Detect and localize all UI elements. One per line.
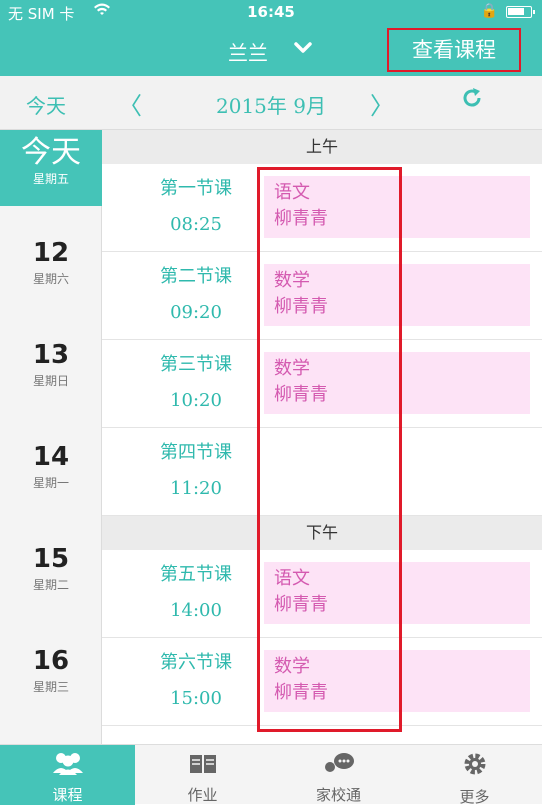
book-icon — [135, 751, 270, 782]
day-item[interactable]: 15 星期二 — [0, 544, 102, 593]
day-weekday: 星期六 — [32, 272, 69, 286]
day-weekday: 星期三 — [32, 680, 69, 694]
course-subject: 数学 — [274, 270, 310, 291]
course-card[interactable]: 数学 柳青青 — [264, 650, 530, 712]
chevron-down-icon[interactable] — [292, 36, 314, 63]
course-subject: 数学 — [274, 358, 310, 379]
nav-bar: 兰兰 查看课程 — [0, 24, 542, 76]
course-teacher: 柳青青 — [274, 296, 328, 317]
period-name: 第二节课 — [160, 266, 232, 287]
tab-bar: 课程 作业 家校通 更多 — [0, 744, 542, 806]
tab-label: 课程 — [52, 786, 83, 804]
period-name: 第六节课 — [160, 652, 232, 673]
gear-icon — [407, 751, 542, 784]
course-teacher: 柳青青 — [274, 208, 328, 229]
course-subject: 语文 — [274, 182, 310, 203]
day-number: 15 — [32, 544, 70, 574]
day-item[interactable]: 14 星期一 — [0, 442, 102, 491]
people-icon — [0, 751, 135, 782]
day-item[interactable]: 16 星期三 — [0, 646, 102, 695]
course-card[interactable]: 语文 柳青青 — [264, 562, 530, 624]
schedule: 上午 第一节课 08:25 语文 柳青青 第二节课 09:20 数学 柳青青 第… — [102, 130, 542, 744]
course-card[interactable]: 数学 柳青青 — [264, 352, 530, 414]
view-courses-button[interactable]: 查看课程 — [387, 28, 521, 72]
day-item[interactable]: 13 星期日 — [0, 340, 102, 389]
day-number: 今天 — [21, 135, 81, 170]
course-teacher: 柳青青 — [274, 594, 328, 615]
tab-home-school[interactable]: 家校通 — [271, 745, 406, 805]
chat-icon — [271, 751, 406, 782]
rotation-lock-icon: 🔒 — [480, 3, 498, 19]
day-item-today[interactable]: 今天 星期五 — [0, 130, 102, 206]
day-weekday: 星期日 — [32, 374, 69, 388]
tab-label: 作业 — [187, 786, 218, 804]
period-row[interactable]: 第四节课 11:20 — [102, 428, 542, 516]
section-afternoon: 下午 — [102, 516, 542, 550]
section-morning: 上午 — [102, 130, 542, 164]
day-number: 12 — [32, 238, 70, 268]
period-name: 第四节课 — [160, 442, 232, 463]
status-bar: 无 SIM 卡 16:45 🔒 — [0, 0, 542, 24]
tab-label: 家校通 — [315, 786, 361, 804]
date-bar: 今天 〈 2015年 9月 〉 — [0, 76, 542, 130]
refresh-icon[interactable] — [460, 86, 484, 116]
tab-homework[interactable]: 作业 — [135, 745, 270, 805]
period-time: 15:00 — [170, 688, 222, 709]
period-name: 第三节课 — [160, 354, 232, 375]
course-teacher: 柳青青 — [274, 682, 328, 703]
clock: 16:45 — [247, 3, 295, 21]
tab-more[interactable]: 更多 — [407, 745, 542, 806]
period-row[interactable]: 第五节课 14:00 语文 柳青青 — [102, 550, 542, 638]
period-time: 14:00 — [170, 600, 222, 621]
day-number: 16 — [32, 646, 70, 676]
course-subject: 语文 — [274, 568, 310, 589]
period-row[interactable]: 第二节课 09:20 数学 柳青青 — [102, 252, 542, 340]
day-item[interactable]: 12 星期六 — [0, 238, 102, 287]
period-row[interactable]: 第一节课 08:25 语文 柳青青 — [102, 164, 542, 252]
tab-courses[interactable]: 课程 — [0, 745, 135, 805]
period-time: 11:20 — [170, 478, 222, 499]
day-weekday: 星期二 — [32, 578, 69, 592]
period-time: 09:20 — [170, 302, 222, 323]
day-weekday: 星期一 — [32, 476, 69, 490]
period-time: 10:20 — [170, 390, 222, 411]
day-weekday: 星期五 — [32, 172, 69, 186]
course-subject: 数学 — [274, 656, 310, 677]
period-row[interactable]: 第六节课 15:00 数学 柳青青 — [102, 638, 542, 726]
period-name: 第五节课 — [160, 564, 232, 585]
day-number: 14 — [32, 442, 70, 472]
period-name: 第一节课 — [160, 178, 232, 199]
period-time: 08:25 — [170, 214, 222, 235]
student-name[interactable]: 兰兰 — [228, 37, 268, 66]
chevron-right-icon[interactable]: 〉 — [370, 86, 394, 121]
period-row[interactable]: 第三节课 10:20 数学 柳青青 — [102, 340, 542, 428]
course-card[interactable]: 数学 柳青青 — [264, 264, 530, 326]
day-column: 今天 星期五 12 星期六 13 星期日 14 星期一 15 星期二 16 星期… — [0, 130, 102, 744]
battery-icon — [506, 6, 535, 18]
course-teacher: 柳青青 — [274, 384, 328, 405]
day-number: 13 — [32, 340, 70, 370]
course-card[interactable]: 语文 柳青青 — [264, 176, 530, 238]
